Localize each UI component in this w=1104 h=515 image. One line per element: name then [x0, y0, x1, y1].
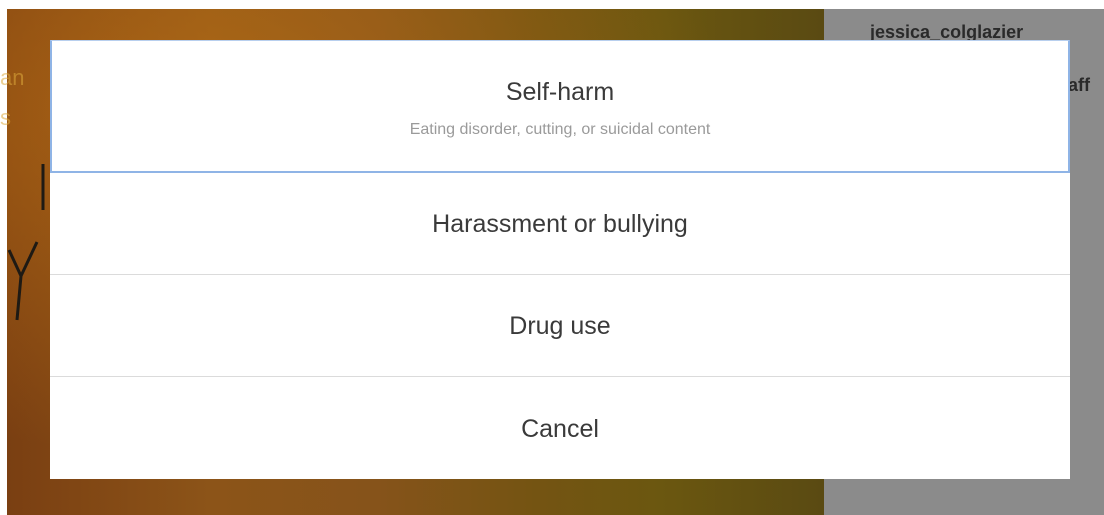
drug-use-option[interactable]: Drug use: [50, 276, 1070, 377]
photo-drawing: [7, 164, 45, 321]
post-username: jessica_colglazier: [870, 22, 1024, 42]
cancel-label: Cancel: [521, 414, 599, 443]
photo-text-fragment: an s: [0, 58, 24, 138]
drug-use-label: Drug use: [509, 312, 611, 340]
photo-text-line-1: an: [0, 65, 25, 90]
report-modal: Self-harm Eating disorder, cutting, or s…: [50, 40, 1070, 479]
harassment-label: Harassment or bullying: [432, 210, 688, 238]
self-harm-label: Self-harm: [505, 77, 615, 106]
self-harm-description: Eating disorder, cutting, or suicidal co…: [409, 120, 711, 138]
page: an s jessica_colglazier aff Self-harm Ea…: [0, 0, 1104, 515]
cancel-button[interactable]: Cancel: [50, 378, 1070, 479]
self-harm-option[interactable]: Self-harm Eating disorder, cutting, or s…: [50, 40, 1070, 173]
photo-text-line-2: s: [0, 105, 11, 130]
caption-fragment: aff: [1068, 75, 1090, 95]
harassment-option[interactable]: Harassment or bullying: [50, 174, 1070, 275]
